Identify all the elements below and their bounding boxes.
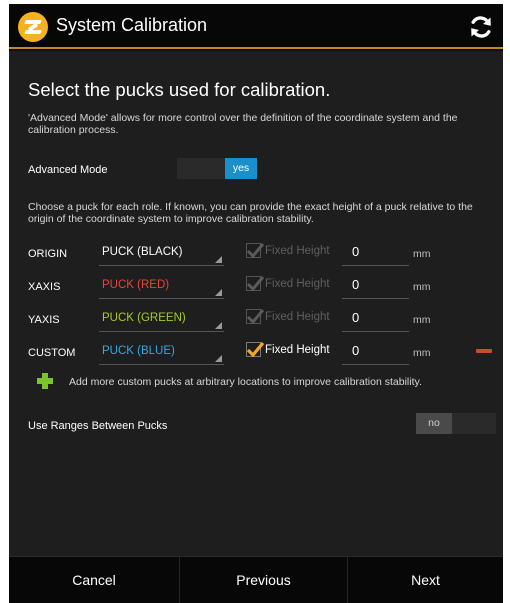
- height-value: 0: [352, 310, 360, 325]
- cancel-button[interactable]: Cancel: [9, 557, 179, 603]
- refresh-icon[interactable]: [468, 14, 494, 40]
- dropdown-triangle-icon: [215, 322, 222, 329]
- footer-bar: Cancel Previous Next: [9, 556, 503, 603]
- check-icon: [246, 309, 265, 325]
- puck-select-custom[interactable]: PUCK (BLUE): [99, 339, 224, 365]
- fixed-height-checkbox-origin[interactable]: [246, 243, 265, 259]
- previous-button[interactable]: Previous: [180, 557, 347, 603]
- advanced-mode-description: 'Advanced Mode' allows for more control …: [28, 112, 458, 136]
- fixed-height-label: Fixed Height: [265, 245, 330, 257]
- height-input-xaxis[interactable]: 0: [342, 273, 409, 299]
- height-input-origin[interactable]: 0: [342, 240, 409, 266]
- role-label: XAXIS: [28, 281, 61, 293]
- height-value: 0: [352, 277, 360, 292]
- unit-label: mm: [413, 248, 431, 260]
- puck-select-value: PUCK (RED): [102, 279, 170, 291]
- puck-select-yaxis[interactable]: PUCK (GREEN): [99, 306, 224, 332]
- puck-row-custom: CUSTOM PUCK (BLUE) Fixed Height 0 mm: [9, 339, 503, 369]
- advanced-mode-toggle[interactable]: yes: [177, 158, 257, 179]
- advanced-mode-toggle-value: yes: [225, 158, 257, 179]
- check-icon: [246, 276, 265, 292]
- unit-label: mm: [413, 314, 431, 326]
- height-input-custom[interactable]: 0: [342, 339, 409, 365]
- add-puck-description: Add more custom pucks at arbitrary locat…: [69, 376, 422, 388]
- role-label: ORIGIN: [28, 248, 68, 260]
- calibration-window: System Calibration Select the pucks used…: [9, 4, 503, 603]
- puck-row-yaxis: YAXIS PUCK (GREEN) Fixed Height 0 mm: [9, 306, 503, 336]
- fixed-height-checkbox-xaxis[interactable]: [246, 276, 265, 292]
- height-value: 0: [352, 244, 360, 259]
- use-ranges-toggle-value: no: [416, 413, 452, 434]
- advanced-mode-label: Advanced Mode: [28, 164, 108, 176]
- use-ranges-label: Use Ranges Between Pucks: [28, 420, 168, 432]
- fixed-height-label: Fixed Height: [265, 311, 330, 323]
- dropdown-triangle-icon: [215, 289, 222, 296]
- use-ranges-toggle[interactable]: no: [416, 413, 496, 434]
- fixed-height-checkbox-yaxis[interactable]: [246, 309, 265, 325]
- dropdown-triangle-icon: [215, 355, 222, 362]
- role-label: CUSTOM: [28, 347, 76, 359]
- fixed-height-checkbox-custom[interactable]: [246, 341, 265, 358]
- unit-label: mm: [413, 281, 431, 293]
- role-label: YAXIS: [28, 314, 60, 326]
- check-icon: [246, 341, 265, 358]
- puck-select-origin[interactable]: PUCK (BLACK): [99, 240, 224, 266]
- puck-row-origin: ORIGIN PUCK (BLACK) Fixed Height 0 mm: [9, 240, 503, 270]
- check-icon: [246, 243, 265, 259]
- puck-select-value: PUCK (GREEN): [102, 312, 186, 324]
- height-input-yaxis[interactable]: 0: [342, 306, 409, 332]
- calibration-content: Select the pucks used for calibration. '…: [9, 51, 503, 556]
- puck-select-value: PUCK (BLUE): [102, 345, 175, 357]
- remove-puck-button[interactable]: [476, 349, 492, 353]
- height-value: 0: [352, 343, 360, 358]
- app-title: System Calibration: [56, 15, 208, 35]
- unit-label: mm: [413, 347, 431, 359]
- fixed-height-label: Fixed Height: [265, 278, 330, 290]
- add-puck-button[interactable]: [37, 373, 53, 389]
- skyline-logo-icon: [18, 12, 48, 42]
- page-heading: Select the pucks used for calibration.: [28, 79, 331, 100]
- puck-role-description: Choose a puck for each role. If known, y…: [28, 201, 473, 225]
- puck-select-value: PUCK (BLACK): [102, 246, 183, 258]
- title-bar: System Calibration: [9, 4, 503, 49]
- fixed-height-label: Fixed Height: [265, 344, 330, 356]
- dropdown-triangle-icon: [215, 256, 222, 263]
- puck-select-xaxis[interactable]: PUCK (RED): [99, 273, 224, 299]
- next-button[interactable]: Next: [348, 557, 503, 603]
- puck-row-xaxis: XAXIS PUCK (RED) Fixed Height 0 mm: [9, 273, 503, 303]
